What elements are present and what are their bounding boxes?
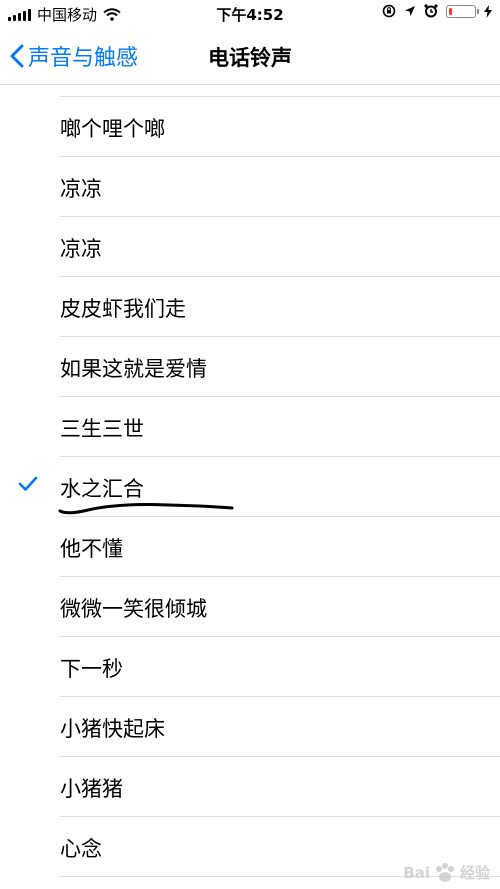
ringtone-row[interactable]: 啷个哩个啷 <box>60 97 500 157</box>
ringtone-row[interactable]: 凉凉 <box>60 157 500 217</box>
ringtone-row[interactable]: 下一秒 <box>60 637 500 697</box>
ringtone-label: 他不懂 <box>60 537 123 561</box>
ringtone-label: 如果这就是爱情 <box>60 357 207 381</box>
ringtone-row[interactable]: 水之汇合 <box>18 457 500 517</box>
ringtone-list: 啷个哩个啷 凉凉 凉凉 皮皮虾我们走 如果这就是爱情 三生三世 水之汇合 他不懂 微微一笑很倾城… <box>0 96 500 877</box>
watermark-logo: Bai 经验 <box>403 862 490 882</box>
battery-icon <box>446 4 479 18</box>
ringtone-label: 啷个哩个啷 <box>60 117 165 141</box>
charging-icon <box>484 4 492 18</box>
alarm-icon <box>424 4 438 18</box>
ringtone-row[interactable]: 微微一笑很倾城 <box>60 577 500 637</box>
nav-bar: 声音与触感 电话铃声 <box>0 28 500 85</box>
ringtone-row[interactable]: 小猪猪 <box>60 757 500 817</box>
ringtone-row[interactable]: 凉凉 <box>60 217 500 277</box>
ringtone-label: 小猪快起床 <box>60 717 165 741</box>
ringtone-label: 下一秒 <box>60 657 123 681</box>
ringtone-label: 皮皮虾我们走 <box>60 297 186 321</box>
status-bar: 中国移动 下午4:52 <box>0 0 500 28</box>
ringtone-row[interactable]: 他不懂 <box>60 517 500 577</box>
page-title: 电话铃声 <box>208 46 292 70</box>
ringtone-label: 微微一笑很倾城 <box>60 597 207 621</box>
ringtone-row[interactable]: 小猪快起床 <box>60 697 500 757</box>
location-icon <box>405 6 415 16</box>
ringtone-label: 凉凉 <box>60 177 102 201</box>
ringtone-label: 小猪猪 <box>60 777 123 801</box>
orientation-lock-icon <box>382 4 396 18</box>
ringtone-row[interactable]: 皮皮虾我们走 <box>60 277 500 337</box>
checkmark-icon <box>18 476 38 491</box>
status-right <box>382 4 492 18</box>
ringtone-label: 水之汇合 <box>60 477 144 501</box>
ringtone-label: 心念 <box>60 837 102 861</box>
ringtone-label: 三生三世 <box>60 417 144 441</box>
ringtone-row[interactable]: 三生三世 <box>60 397 500 457</box>
ringtone-label: 凉凉 <box>60 237 102 261</box>
ringtone-row[interactable]: 如果这就是爱情 <box>60 337 500 397</box>
